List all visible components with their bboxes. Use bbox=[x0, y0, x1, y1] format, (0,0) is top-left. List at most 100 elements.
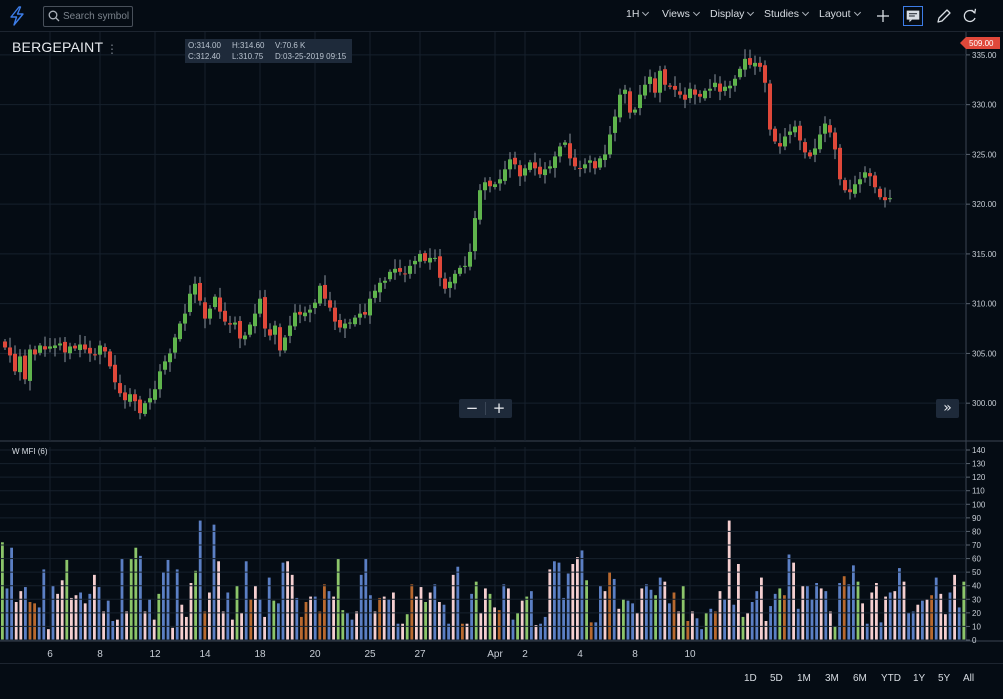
mfi-bar bbox=[640, 588, 644, 640]
candle-body bbox=[883, 197, 887, 201]
mfi-bar bbox=[856, 581, 860, 640]
candle-body bbox=[628, 91, 632, 113]
mfi-bar bbox=[300, 616, 303, 640]
x-tick-label: 6 bbox=[47, 649, 53, 660]
candle-body bbox=[733, 78, 737, 86]
candle-body bbox=[723, 86, 727, 91]
candle-body bbox=[223, 310, 227, 322]
candle-body bbox=[833, 132, 837, 150]
scroll-to-latest-button[interactable]: » bbox=[936, 399, 959, 418]
search-input[interactable] bbox=[63, 9, 131, 24]
range-1y-button[interactable]: 1Y bbox=[913, 673, 925, 684]
mfi-bar bbox=[557, 562, 561, 640]
candle-body bbox=[633, 109, 637, 113]
mfi-bar bbox=[668, 603, 671, 640]
layout-menu[interactable]: Layout bbox=[819, 8, 861, 20]
candle-body bbox=[208, 308, 212, 319]
mfi-bar bbox=[750, 602, 754, 640]
ohlc-tooltip: O:314.00 H:314.60 V:70.6 K C:312.40 L:310.7… bbox=[185, 39, 352, 63]
mfi-bar bbox=[677, 611, 680, 640]
candle-body bbox=[618, 94, 622, 118]
mfi-bar bbox=[778, 588, 782, 640]
mfi-bar bbox=[185, 616, 188, 640]
mfi-bar bbox=[962, 581, 966, 640]
mfi-bar bbox=[732, 604, 736, 640]
candle-body bbox=[688, 88, 692, 99]
mfi-bar bbox=[852, 565, 855, 640]
range-1m-button[interactable]: 1M bbox=[797, 673, 811, 684]
range-1d-button[interactable]: 1D bbox=[744, 673, 757, 684]
mfi-bar bbox=[148, 599, 151, 640]
candle-body bbox=[478, 190, 482, 220]
mfi-bar bbox=[783, 595, 786, 640]
range-ytd-button[interactable]: YTD bbox=[881, 673, 901, 684]
range-5y-button[interactable]: 5Y bbox=[938, 673, 950, 684]
candle-body bbox=[228, 323, 232, 325]
lightning-bolt-icon[interactable] bbox=[8, 6, 26, 26]
mfi-bar bbox=[617, 608, 621, 640]
zoom-in-button[interactable]: + bbox=[486, 399, 512, 418]
candle-body bbox=[543, 169, 547, 176]
refresh-icon[interactable] bbox=[960, 6, 980, 26]
range-all-button[interactable]: All bbox=[963, 673, 974, 684]
candle-body bbox=[818, 134, 822, 150]
zoom-out-button[interactable]: − bbox=[459, 399, 485, 418]
range-6m-button[interactable]: 6M bbox=[853, 673, 867, 684]
mfi-bar bbox=[37, 607, 41, 640]
candle-body bbox=[298, 311, 302, 315]
more-options-icon[interactable]: ⋮ bbox=[106, 42, 118, 56]
mfi-bar bbox=[470, 593, 473, 640]
candle-body bbox=[423, 253, 427, 261]
candle-body bbox=[413, 260, 417, 265]
ohlc-high: H:314.60 bbox=[232, 41, 265, 50]
candle-body bbox=[243, 335, 247, 340]
candle-body bbox=[838, 147, 842, 180]
display-menu[interactable]: Display bbox=[710, 8, 755, 20]
candle-body bbox=[13, 353, 17, 372]
candle-body bbox=[238, 320, 242, 339]
candle-body bbox=[448, 281, 452, 288]
range-3m-button[interactable]: 3M bbox=[825, 673, 839, 684]
candle-body bbox=[858, 179, 862, 185]
mfi-bar bbox=[33, 603, 36, 640]
zoom-controls: − + bbox=[459, 399, 512, 418]
mfi-bar bbox=[875, 583, 878, 640]
studies-menu[interactable]: Studies bbox=[764, 8, 810, 20]
mfi-tick-label: 50 bbox=[972, 568, 981, 577]
candle-body bbox=[823, 123, 827, 134]
mfi-bar bbox=[525, 596, 529, 640]
mfi-bar bbox=[893, 591, 897, 640]
candle-body bbox=[68, 346, 72, 354]
mfi-bar bbox=[60, 580, 64, 640]
candle-body bbox=[33, 349, 37, 355]
candle-body bbox=[303, 312, 307, 317]
candle-body bbox=[583, 164, 587, 169]
search-box[interactable] bbox=[43, 6, 133, 27]
range-5d-button[interactable]: 5D bbox=[770, 673, 783, 684]
mfi-bar bbox=[83, 603, 87, 640]
pencil-draw-icon[interactable] bbox=[934, 6, 954, 26]
interval-menu[interactable]: 1H bbox=[626, 8, 650, 20]
candle-body bbox=[403, 273, 407, 275]
mfi-bar bbox=[833, 626, 837, 640]
crosshair-plus-icon[interactable] bbox=[873, 6, 893, 26]
candle-body bbox=[168, 353, 172, 363]
mfi-study-label[interactable]: W MFI (6) bbox=[12, 447, 48, 456]
mfi-bar bbox=[451, 574, 455, 640]
comment-icon[interactable] bbox=[903, 6, 923, 26]
candle-body bbox=[853, 184, 857, 194]
candle-body bbox=[418, 253, 422, 262]
range-selector-bar: 1D 5D 1M 3M 6M YTD 1Y 5Y All bbox=[0, 663, 1003, 699]
candle-body bbox=[728, 85, 732, 89]
mfi-bar bbox=[534, 625, 538, 640]
candle-body bbox=[713, 82, 717, 88]
mfi-bar bbox=[332, 596, 335, 640]
x-tick-label: 27 bbox=[414, 649, 426, 660]
symbol-title[interactable]: BERGEPAINT bbox=[12, 39, 103, 55]
mfi-tick-label: 10 bbox=[972, 622, 981, 631]
candle-body bbox=[103, 347, 107, 352]
views-menu[interactable]: Views bbox=[662, 8, 700, 20]
mfi-bar bbox=[898, 568, 901, 640]
price-chart[interactable]: 335.00 330.00 325.00 320.00 315.00 310.00 305.… bbox=[0, 32, 1003, 663]
candle-body bbox=[693, 89, 697, 95]
